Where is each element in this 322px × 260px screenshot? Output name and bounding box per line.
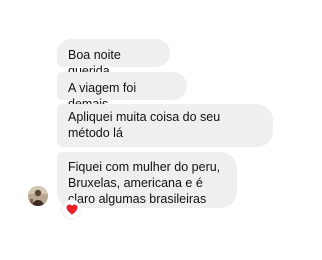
reaction-badge[interactable] (62, 200, 81, 219)
sender-avatar[interactable] (28, 186, 48, 206)
message-bubble[interactable]: Boa noite querida (57, 39, 170, 78)
message-text: Apliquei muita coisa do seu método lá (68, 110, 221, 140)
message-bubble[interactable]: Apliquei muita coisa do seu método lá (57, 104, 273, 147)
message-text: Fiquei com mulher do peru, Bruxelas, ame… (68, 160, 221, 206)
avatar-photo-icon (28, 186, 48, 206)
red-heart-icon (66, 204, 77, 215)
message-bubble[interactable]: A viagem foi demais (57, 72, 187, 111)
message-thread: Boa noite querida A viagem foi demais Ap… (0, 0, 322, 260)
message-bubble[interactable]: Fiquei com mulher do peru, Bruxelas, ame… (57, 152, 237, 208)
